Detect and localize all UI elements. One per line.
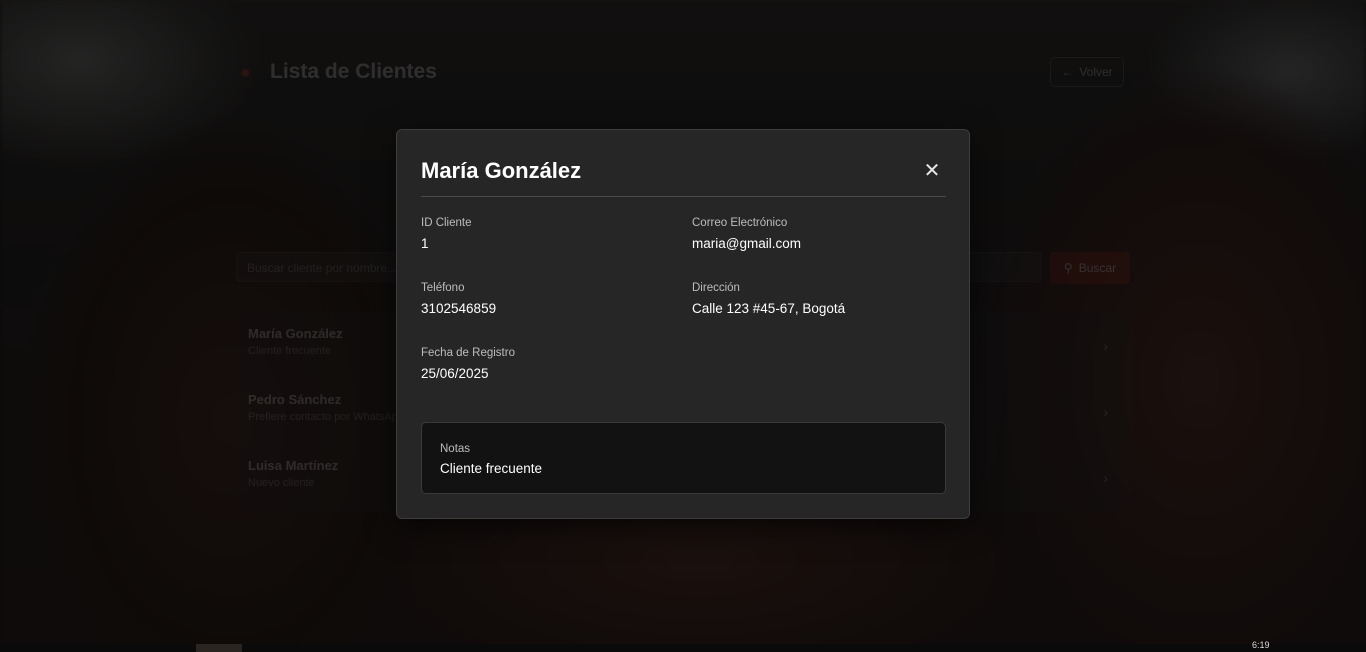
client-detail-modal: María González ✕ ID Cliente 1 Correo Ele…	[396, 129, 970, 519]
close-icon[interactable]: ✕	[920, 158, 944, 182]
field-value: Calle 123 #45-67, Bogotá	[692, 301, 846, 316]
field-email: Correo Electrónico maria@gmail.com	[692, 217, 801, 251]
notes-box: Notas Cliente frecuente	[421, 422, 946, 494]
field-value: 25/06/2025	[421, 366, 489, 381]
notes-value: Cliente frecuente	[440, 461, 543, 476]
field-value: 1	[421, 236, 429, 251]
modal-title: María González	[421, 158, 582, 183]
field-phone: Teléfono 3102546859	[421, 282, 496, 316]
taskbar: 6:19	[0, 640, 1366, 652]
taskbar-clock: 6:19	[1252, 640, 1270, 650]
field-label: Fecha de Registro	[421, 347, 515, 359]
field-client-id: ID Cliente 1	[421, 217, 472, 251]
taskbar-app-button[interactable]	[196, 644, 242, 652]
field-label: ID Cliente	[421, 217, 472, 229]
notes-label: Notas	[440, 443, 471, 455]
field-label: Teléfono	[421, 282, 465, 294]
modal-divider	[421, 196, 946, 197]
field-value: 3102546859	[421, 301, 497, 316]
field-value: maria@gmail.com	[692, 236, 801, 251]
field-label: Correo Electrónico	[692, 217, 788, 229]
field-registration-date: Fecha de Registro 25/06/2025	[421, 347, 515, 381]
field-address: Dirección Calle 123 #45-67, Bogotá	[692, 282, 845, 316]
field-label: Dirección	[692, 282, 740, 294]
